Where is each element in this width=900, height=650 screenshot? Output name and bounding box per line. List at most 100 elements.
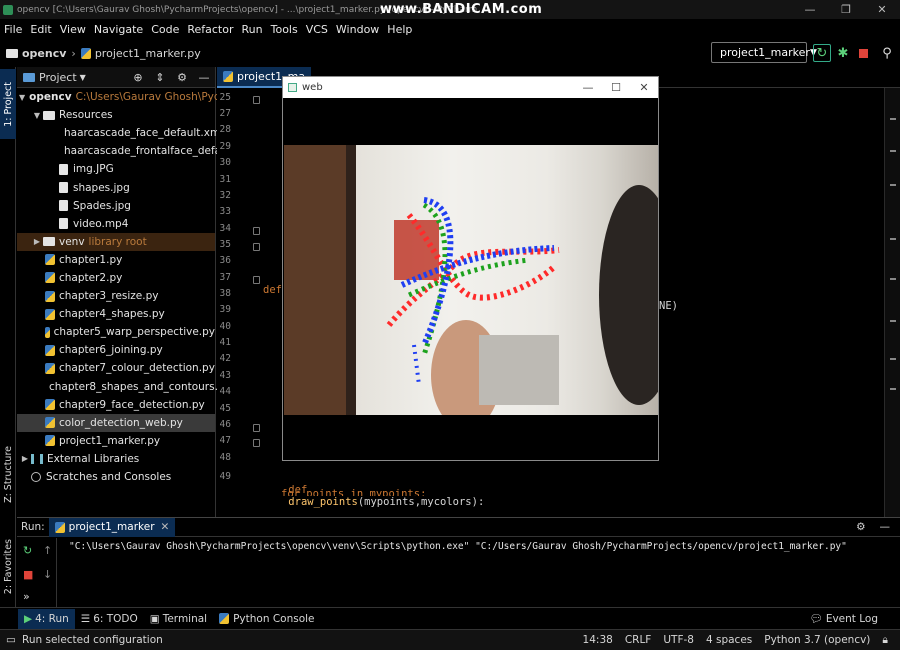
terminal-tool-tab[interactable]: ▣ Terminal [144, 609, 213, 629]
tree-scratches[interactable]: Scratches and Consoles [17, 468, 215, 486]
tree-folder-venv[interactable]: ▶ venv library root [17, 232, 215, 251]
tree-file[interactable]: chapter5_warp_perspective.py [17, 323, 215, 341]
collapse-all-icon[interactable]: ⇕ [149, 71, 171, 84]
scroll-marker [890, 184, 896, 186]
tree-file[interactable]: video.mp4 [17, 215, 215, 233]
tree-file-label: shapes.jpg [73, 181, 130, 194]
tree-file[interactable]: project1_marker.py [17, 432, 215, 450]
line-separator[interactable]: CRLF [625, 634, 652, 646]
web-window-titlebar[interactable]: web — ☐ ✕ [283, 77, 658, 98]
menu-window[interactable]: Window [332, 23, 383, 36]
project-tool-tab[interactable]: 1: Project [0, 69, 16, 139]
image-file-icon [59, 163, 68, 175]
tree-file[interactable]: chapter7_colour_detection.py [17, 359, 215, 377]
window-titlebar: opencv [C:\Users\Gaurav Ghosh\PycharmPro… [0, 0, 900, 19]
run-configuration-select[interactable]: project1_marker ▼ [711, 42, 817, 63]
scroll-down-icon[interactable]: ↓ [43, 568, 52, 581]
scroll-up-icon[interactable]: ↑ [43, 544, 52, 557]
opencv-web-window[interactable]: web — ☐ ✕ [282, 76, 659, 461]
maximize-button[interactable]: ❐ [828, 3, 864, 16]
fold-marker-icon[interactable] [253, 276, 260, 284]
gear-icon[interactable]: ⚙ [856, 521, 865, 533]
project-view-select[interactable]: Project [39, 71, 77, 84]
caret-position[interactable]: 14:38 [583, 634, 613, 646]
collapsed-arrow-icon[interactable]: ▶ [19, 454, 31, 463]
breadcrumb-file[interactable]: project1_marker.py [95, 47, 201, 60]
menu-navigate[interactable]: Navigate [90, 23, 147, 36]
debug-button[interactable]: ✱ [834, 44, 852, 62]
python-interpreter[interactable]: Python 3.7 (opencv) [764, 634, 870, 646]
fold-marker-icon[interactable] [253, 96, 260, 104]
menu-edit[interactable]: Edit [26, 23, 55, 36]
structure-tool-tab[interactable]: Z: Structure [0, 437, 16, 512]
tree-folder-resources[interactable]: ▼ Resources [17, 106, 215, 124]
editor-scrollbar[interactable] [884, 88, 900, 517]
breadcrumb-project[interactable]: opencv [22, 47, 66, 60]
indent-setting[interactable]: 4 spaces [706, 634, 752, 646]
lock-icon[interactable]: 🔒︎ [882, 634, 888, 647]
menu-vcs[interactable]: VCS [302, 23, 332, 36]
hide-panel-icon[interactable]: — [193, 71, 215, 84]
collapsed-arrow-icon[interactable]: ▶ [31, 237, 43, 246]
web-close-button[interactable]: ✕ [630, 81, 658, 94]
fold-marker-icon[interactable] [253, 439, 260, 447]
tree-file[interactable]: chapter4_shapes.py [17, 305, 215, 323]
search-button[interactable]: ⚲ [878, 44, 896, 62]
tree-file-label: chapter9_face_detection.py [59, 398, 205, 411]
tree-file[interactable]: Spades.jpg [17, 197, 215, 215]
menu-view[interactable]: View [56, 23, 90, 36]
menu-run[interactable]: Run [238, 23, 267, 36]
close-icon[interactable]: ✕ [161, 521, 170, 533]
menu-bar: File Edit View Navigate Code Refactor Ru… [0, 19, 900, 39]
fold-marker-icon[interactable] [253, 227, 260, 235]
tree-file[interactable]: shapes.jpg [17, 178, 215, 196]
rerun-icon[interactable]: ↻ [23, 544, 32, 557]
stop-button[interactable] [854, 44, 872, 62]
tree-file[interactable]: img.JPG [17, 160, 215, 178]
expanded-arrow-icon[interactable]: ▼ [19, 93, 25, 102]
web-minimize-button[interactable]: — [574, 81, 602, 94]
menu-tools[interactable]: Tools [267, 23, 302, 36]
menu-refactor[interactable]: Refactor [183, 23, 237, 36]
stop-icon[interactable]: ■ [23, 568, 33, 581]
menu-help[interactable]: Help [383, 23, 416, 36]
run-tab-project1-marker[interactable]: project1_marker ✕ [48, 517, 176, 537]
curtain [284, 145, 346, 415]
hide-panel-icon[interactable]: — [880, 521, 891, 533]
tree-file[interactable]: chapter8_shapes_and_contours.py [17, 378, 231, 396]
fold-marker-icon[interactable] [253, 243, 260, 251]
close-button[interactable]: ✕ [864, 3, 900, 16]
file-encoding[interactable]: UTF-8 [663, 634, 694, 646]
line-number: 37 [219, 272, 231, 283]
favorites-tool-tab[interactable]: 2: Favorites [0, 529, 16, 604]
library-icon [31, 453, 43, 464]
expanded-arrow-icon[interactable]: ▼ [31, 111, 43, 120]
tree-file[interactable]: chapter1.py [17, 251, 215, 269]
tree-file[interactable]: chapter2.py [17, 269, 215, 287]
tree-external-libraries[interactable]: ▶ External Libraries [17, 450, 215, 468]
run-tool-tab[interactable]: ▶ 4: Run [18, 608, 75, 629]
gear-icon[interactable]: ⚙ [171, 71, 193, 84]
tree-root[interactable]: ▼ opencv C:\Users\Gaurav Ghosh\PycharmPr… [17, 88, 330, 106]
tree-file[interactable]: haarcascade_frontalface_default.xml [17, 142, 257, 160]
tool-windows-icon[interactable]: ▭ [6, 634, 16, 646]
fold-marker-icon[interactable] [253, 424, 260, 432]
more-icon[interactable]: » [23, 590, 30, 603]
tree-file[interactable]: chapter6_joining.py [17, 341, 215, 359]
bottom-tool-tabs: ▶ 4: Run ☰ 6: TODO ▣ Terminal Python Con… [0, 607, 900, 629]
tree-file[interactable]: haarcascade_face_default.xml [17, 124, 223, 142]
python-file-icon [223, 70, 233, 82]
rerun-button[interactable]: ↻ [813, 44, 831, 62]
tree-file[interactable]: chapter3_resize.py [17, 287, 215, 305]
todo-tool-tab[interactable]: ☰ 6: TODO [75, 609, 144, 629]
tree-file[interactable]: chapter9_face_detection.py [17, 396, 215, 414]
minimize-button[interactable]: — [792, 3, 828, 16]
favorites-tool-tab-label: 2: Favorites [2, 538, 14, 595]
python-console-tool-tab[interactable]: Python Console [213, 609, 320, 629]
tree-file-selected[interactable]: color_detection_web.py [17, 413, 215, 432]
locate-file-icon[interactable]: ⊕ [127, 71, 149, 84]
web-maximize-button[interactable]: ☐ [602, 81, 630, 94]
menu-code[interactable]: Code [147, 23, 183, 36]
menu-file[interactable]: File [0, 23, 26, 36]
event-log-tool-tab[interactable]: 💬︎ Event Log [803, 609, 884, 629]
